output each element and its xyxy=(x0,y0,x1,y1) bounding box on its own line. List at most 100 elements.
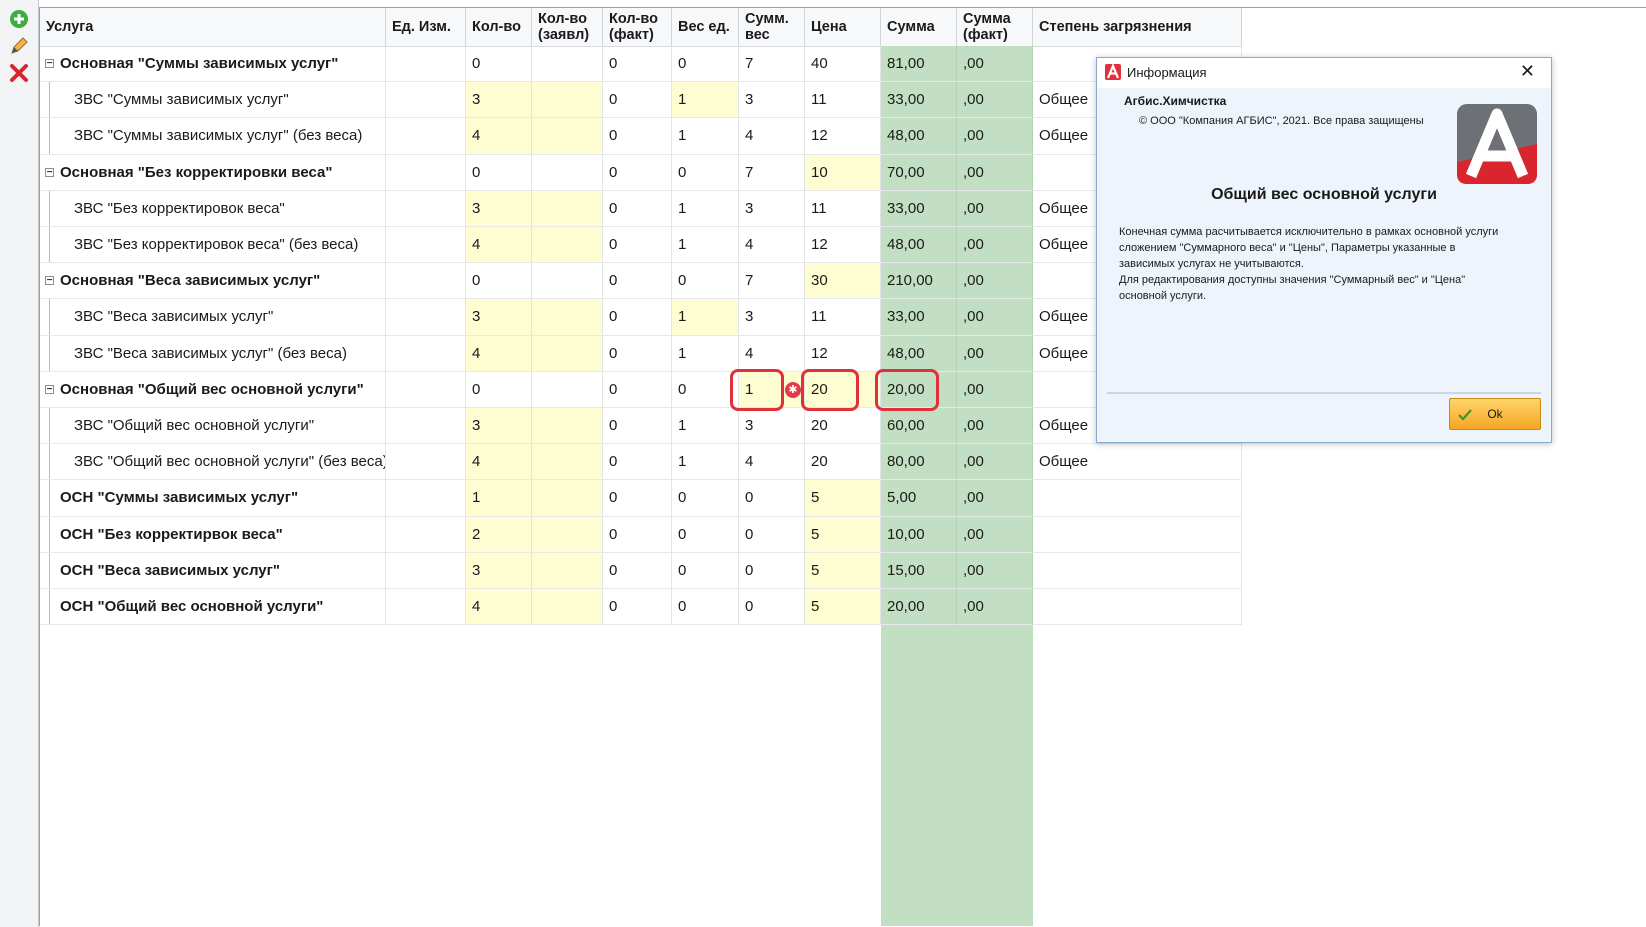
qty-declared-cell[interactable] xyxy=(532,552,603,589)
qty-fact-cell[interactable]: 0 xyxy=(603,82,672,119)
sum-fact-cell[interactable]: ,00 xyxy=(957,589,1033,626)
qty-declared-cell[interactable] xyxy=(532,480,603,517)
unit-weight-cell[interactable]: 0 xyxy=(672,154,739,191)
qty-declared-cell[interactable] xyxy=(532,299,603,336)
qty-cell[interactable]: 1 xyxy=(466,480,532,517)
price-cell[interactable]: 5 xyxy=(805,516,881,553)
delete-button[interactable] xyxy=(8,62,30,84)
col-header-qty-declared[interactable]: Кол-во (заявл) xyxy=(532,8,603,46)
sum-fact-cell[interactable]: ,00 xyxy=(957,190,1033,227)
qty-cell[interactable]: 3 xyxy=(466,408,532,445)
qty-cell[interactable]: 3 xyxy=(466,82,532,119)
sum-fact-cell[interactable]: ,00 xyxy=(957,408,1033,445)
unit-weight-cell[interactable]: 0 xyxy=(672,552,739,589)
price-cell[interactable]: 12 xyxy=(805,118,881,155)
unit-weight-cell[interactable]: 0 xyxy=(672,589,739,626)
sum-cell[interactable]: 210,00 xyxy=(881,263,957,300)
table-row[interactable]: ОСН "Без корректирвок веса" 2 0 0 0 5 10,00 ,00 xyxy=(40,516,1242,553)
service-cell[interactable]: − Основная "Общий вес основной услуги" xyxy=(40,371,386,408)
table-row[interactable]: ЗВС "Без корректировок веса" 3 0 1 3 11 33,00,… xyxy=(40,190,1242,227)
price-cell[interactable]: 20 xyxy=(805,408,881,445)
add-button[interactable] xyxy=(8,8,30,30)
price-cell[interactable]: 30 xyxy=(805,263,881,300)
sum-weight-cell[interactable]: 0 xyxy=(739,516,805,553)
sum-cell[interactable]: 20,00 xyxy=(881,589,957,626)
qty-fact-cell[interactable]: 0 xyxy=(603,118,672,155)
col-header-unit-weight[interactable]: Вес ед. xyxy=(672,8,739,46)
table-row[interactable]: ЗВС "Суммы зависимых услуг" 3 0 1 3 11 33,00 ,0… xyxy=(40,82,1242,119)
col-header-qty[interactable]: Кол-во xyxy=(466,8,532,46)
sum-weight-cell[interactable]: 3 xyxy=(739,408,805,445)
unit-cell[interactable] xyxy=(386,154,466,191)
sum-fact-cell[interactable]: ,00 xyxy=(957,371,1033,408)
unit-weight-cell[interactable]: 0 xyxy=(672,46,739,83)
sum-fact-cell[interactable]: ,00 xyxy=(957,480,1033,517)
dirt-level-cell[interactable] xyxy=(1033,552,1242,589)
unit-cell[interactable] xyxy=(386,480,466,517)
table-row[interactable]: ЗВС "Общий вес основной услуги" (без вес… xyxy=(40,444,1242,481)
sum-cell[interactable]: 81,00 xyxy=(881,46,957,83)
sum-cell[interactable]: 48,00 xyxy=(881,335,957,372)
qty-fact-cell[interactable]: 0 xyxy=(603,444,672,481)
table-row[interactable]: ОСН "Веса зависимых услуг" 3 0 0 0 5 15,00 ,00 xyxy=(40,552,1242,589)
qty-declared-cell[interactable] xyxy=(532,408,603,445)
qty-declared-cell[interactable] xyxy=(532,227,603,264)
qty-fact-cell[interactable]: 0 xyxy=(603,552,672,589)
qty-declared-cell[interactable] xyxy=(532,118,603,155)
price-cell[interactable]: 5 xyxy=(805,552,881,589)
qty-declared-cell[interactable] xyxy=(532,371,603,408)
qty-fact-cell[interactable]: 0 xyxy=(603,480,672,517)
ok-button[interactable]: Ok xyxy=(1449,398,1541,430)
sum-cell[interactable]: 33,00 xyxy=(881,82,957,119)
sum-fact-cell[interactable]: ,00 xyxy=(957,335,1033,372)
qty-declared-cell[interactable] xyxy=(532,154,603,191)
price-cell[interactable]: 12 xyxy=(805,227,881,264)
col-header-sum-weight[interactable]: Сумм. вес xyxy=(739,8,805,46)
table-row[interactable]: − Основная "Суммы зависимых услуг" 0 0 0 7 40 8… xyxy=(40,46,1242,83)
qty-cell[interactable]: 4 xyxy=(466,118,532,155)
qty-cell[interactable]: 4 xyxy=(466,227,532,264)
table-row[interactable]: ЗВС "Без корректировок веса" (без веса) 4… xyxy=(40,227,1242,264)
service-cell[interactable]: ОСН "Общий вес основной услуги" xyxy=(40,589,386,626)
table-row[interactable]: − Основная "Веса зависимых услуг" 0 0 0 7 30 21… xyxy=(40,263,1242,300)
sum-weight-cell[interactable]: 4 xyxy=(739,227,805,264)
unit-weight-cell[interactable]: 1 xyxy=(672,227,739,264)
sum-weight-cell[interactable]: 0 xyxy=(739,480,805,517)
qty-declared-cell[interactable] xyxy=(532,516,603,553)
qty-fact-cell[interactable]: 0 xyxy=(603,371,672,408)
col-header-unit[interactable]: Ед. Изм. xyxy=(386,8,466,46)
table-row[interactable]: ЗВС "Общий вес основной услуги" 3 0 1 3 20 60,… xyxy=(40,408,1242,445)
col-header-sum-fact[interactable]: Сумма (факт) xyxy=(957,8,1033,46)
sum-cell[interactable]: 70,00 xyxy=(881,154,957,191)
table-row[interactable]: ЗВС "Веса зависимых услуг" (без веса) 4 0 1… xyxy=(40,335,1242,372)
qty-cell[interactable]: 4 xyxy=(466,335,532,372)
qty-cell[interactable]: 4 xyxy=(466,589,532,626)
qty-declared-cell[interactable] xyxy=(532,82,603,119)
sum-fact-cell[interactable]: ,00 xyxy=(957,299,1033,336)
sum-weight-cell[interactable]: 4 xyxy=(739,335,805,372)
service-cell[interactable]: ОСН "Суммы зависимых услуг" xyxy=(40,480,386,517)
unit-weight-cell[interactable]: 1 xyxy=(672,335,739,372)
sum-fact-cell[interactable]: ,00 xyxy=(957,82,1033,119)
qty-cell[interactable]: 0 xyxy=(466,46,532,83)
qty-fact-cell[interactable]: 0 xyxy=(603,335,672,372)
service-cell[interactable]: ЗВС "Общий вес основной услуги" xyxy=(40,408,386,445)
qty-fact-cell[interactable]: 0 xyxy=(603,408,672,445)
sum-cell[interactable]: 33,00 xyxy=(881,299,957,336)
price-cell[interactable]: 11 xyxy=(805,299,881,336)
sum-cell[interactable]: 10,00 xyxy=(881,516,957,553)
table-row[interactable]: − Основная "Без корректировки веса" 0 0 0 7 10… xyxy=(40,154,1242,191)
collapse-toggle-icon[interactable]: − xyxy=(45,384,54,394)
service-cell[interactable]: ЗВС "Суммы зависимых услуг" xyxy=(40,82,386,119)
service-cell[interactable]: ЗВС "Общий вес основной услуги" (без вес… xyxy=(40,444,386,481)
price-cell[interactable]: 11 xyxy=(805,190,881,227)
sum-cell[interactable]: 60,00 xyxy=(881,408,957,445)
service-cell[interactable]: ЗВС "Без корректировок веса" (без веса) xyxy=(40,227,386,264)
dirt-level-cell[interactable]: Общее xyxy=(1033,444,1242,481)
qty-cell[interactable]: 0 xyxy=(466,263,532,300)
sum-weight-cell[interactable]: 0 xyxy=(739,589,805,626)
unit-weight-cell[interactable]: 1 xyxy=(672,190,739,227)
sum-fact-cell[interactable]: ,00 xyxy=(957,118,1033,155)
qty-fact-cell[interactable]: 0 xyxy=(603,299,672,336)
unit-cell[interactable] xyxy=(386,552,466,589)
